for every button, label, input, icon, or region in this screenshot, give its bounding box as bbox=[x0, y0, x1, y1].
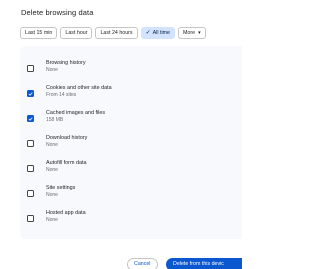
list-item-title: Browsing history bbox=[46, 60, 86, 66]
list-item-site-settings[interactable]: Site settings None bbox=[27, 183, 227, 205]
list-item-subtitle: None bbox=[46, 142, 58, 148]
chip-last-hour[interactable]: Last hour bbox=[60, 27, 93, 39]
checkbox[interactable] bbox=[27, 115, 34, 122]
check-icon bbox=[28, 117, 33, 121]
list-item-cookies[interactable]: Cookies and other site data From 14 site… bbox=[27, 83, 227, 105]
delete-browsing-data-dialog: Delete browsing data Last 15 min Last ho… bbox=[0, 0, 242, 269]
check-icon: ✓ bbox=[145, 30, 151, 36]
chip-label: Last 24 hours bbox=[100, 30, 133, 36]
checkbox[interactable] bbox=[27, 165, 34, 172]
list-item-subtitle: None bbox=[46, 192, 58, 198]
list-item-subtitle: None bbox=[46, 167, 58, 173]
chip-last-15-min[interactable]: Last 15 min bbox=[20, 27, 58, 39]
chip-last-24-hours[interactable]: Last 24 hours bbox=[95, 27, 138, 39]
list-item-title: Hosted app data bbox=[46, 210, 86, 216]
checkbox[interactable] bbox=[27, 190, 34, 197]
chip-label: All time bbox=[152, 30, 170, 36]
data-type-list: Browsing history None Cookies and other … bbox=[20, 46, 242, 239]
chevron-down-icon: ▾ bbox=[198, 30, 201, 36]
list-item-title: Cached images and files bbox=[46, 110, 106, 116]
checkbox[interactable] bbox=[27, 90, 34, 97]
checkbox[interactable] bbox=[27, 65, 34, 72]
list-item-autofill[interactable]: Autofill form data None bbox=[27, 158, 227, 180]
chip-label: More bbox=[183, 30, 196, 36]
checkbox[interactable] bbox=[27, 215, 34, 222]
cancel-button[interactable]: Cancel bbox=[127, 258, 158, 269]
list-item-hosted-app-data[interactable]: Hosted app data None bbox=[27, 208, 227, 230]
delete-button[interactable]: Delete from this devic bbox=[166, 258, 242, 269]
list-item-cached-images[interactable]: Cached images and files 158 MB bbox=[27, 108, 227, 130]
list-item-browsing-history[interactable]: Browsing history None bbox=[27, 58, 227, 80]
dialog-title: Delete browsing data bbox=[21, 8, 94, 17]
list-item-title: Cookies and other site data bbox=[46, 85, 112, 91]
check-icon bbox=[28, 92, 33, 96]
list-item-subtitle: From 14 sites bbox=[46, 92, 77, 98]
list-item-title: Download history bbox=[46, 135, 88, 141]
chip-more[interactable]: More ▾ bbox=[178, 27, 206, 39]
list-item-title: Autofill form data bbox=[46, 160, 87, 166]
chip-label: Last hour bbox=[65, 30, 88, 36]
time-range-chips: Last 15 min Last hour Last 24 hours ✓ Al… bbox=[20, 27, 206, 39]
list-item-title: Site settings bbox=[46, 185, 76, 191]
chip-label: Last 15 min bbox=[25, 30, 53, 36]
list-item-download-history[interactable]: Download history None bbox=[27, 133, 227, 155]
list-item-subtitle: None bbox=[46, 217, 58, 223]
list-item-subtitle: None bbox=[46, 67, 58, 73]
list-item-subtitle: 158 MB bbox=[46, 117, 64, 123]
chip-all-time[interactable]: ✓ All time bbox=[140, 27, 175, 39]
checkbox[interactable] bbox=[27, 140, 34, 147]
